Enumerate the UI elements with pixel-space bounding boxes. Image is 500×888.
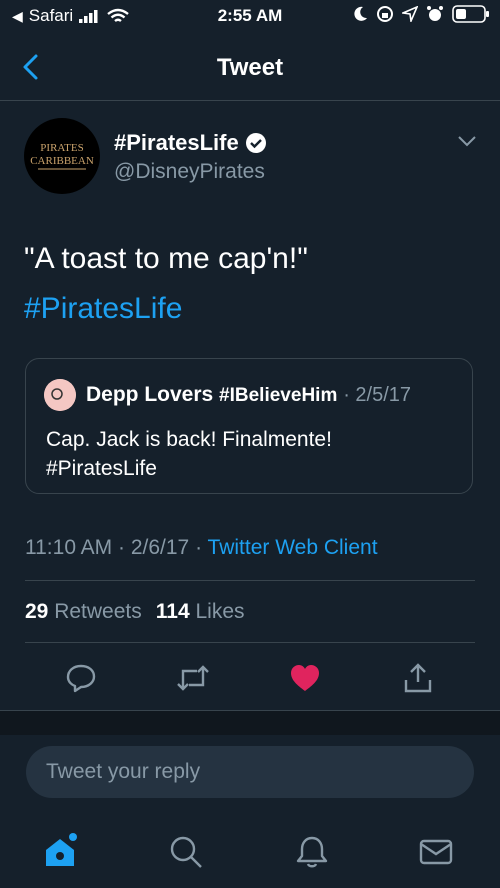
avatar[interactable]: PIRATES CARIBBEAN: [24, 118, 100, 194]
retweet-icon: [177, 665, 209, 691]
tab-notifications[interactable]: [292, 832, 332, 872]
quoted-text-line: Cap. Jack is back! Finalmente!: [46, 428, 332, 451]
status-right: [352, 5, 490, 23]
action-bar: [0, 660, 500, 696]
tweet-source-link[interactable]: Twitter Web Client: [208, 536, 378, 559]
share-icon: [404, 663, 432, 693]
reply-icon: [66, 664, 96, 693]
tab-home[interactable]: [42, 832, 82, 872]
divider: [25, 642, 475, 643]
retweets-count: 29: [25, 600, 49, 623]
mail-icon: [419, 839, 453, 865]
reply-input[interactable]: Tweet your reply: [26, 746, 474, 798]
home-icon: [46, 833, 77, 866]
likes-count: 114: [155, 600, 190, 623]
pirates-logo-icon: PIRATES CARIBBEAN: [30, 142, 94, 170]
share-button[interactable]: [400, 660, 436, 696]
search-icon: [170, 836, 202, 868]
verified-badge-icon: [245, 133, 266, 153]
tweet-text-line: "A toast to me cap'n!": [24, 242, 308, 275]
bell-icon: [296, 836, 328, 868]
tweet-meta: 11:10 AM · 2/6/17 · Twitter Web Client: [25, 536, 378, 559]
likes-label: Likes: [195, 600, 245, 623]
author-display-name[interactable]: #PiratesLife: [114, 130, 239, 156]
quoted-author-name: Depp Lovers: [86, 383, 214, 406]
tweet-time: 11:10 AM: [25, 536, 113, 559]
quoted-author-tag: #IBelieveHim: [219, 385, 338, 406]
tweet-date: 2/6/17: [130, 536, 190, 559]
page-title: Tweet: [216, 54, 284, 81]
retweets-label: Retweets: [54, 600, 142, 623]
quoted-text-hashtag: #PiratesLife: [46, 457, 157, 480]
battery-icon: [452, 5, 489, 23]
location-icon: [402, 6, 418, 22]
nav-bar: Tweet: [0, 34, 500, 101]
tab-messages[interactable]: [416, 832, 456, 872]
likes-stat[interactable]: 114 Likes: [156, 600, 245, 624]
retweet-button[interactable]: [175, 660, 211, 696]
like-button[interactable]: [287, 660, 323, 696]
divider: [25, 580, 475, 581]
rotation-lock-icon: [377, 6, 393, 22]
alarm-icon: [427, 6, 443, 21]
chevron-down-icon[interactable]: [456, 134, 478, 148]
quoted-text: Cap. Jack is back! Finalmente! #PiratesL…: [46, 425, 446, 483]
quoted-date: · 2/5/17: [343, 384, 412, 406]
retweets-stat[interactable]: 29 Retweets: [25, 600, 142, 624]
engagement-counts: 29 Retweets 114 Likes: [25, 600, 245, 624]
svg-text:CARIBBEAN: CARIBBEAN: [30, 155, 94, 167]
quoted-avatar: [44, 379, 76, 411]
status-bar: ◀ Safari 2:55 AM: [0, 0, 500, 34]
heart-icon: [291, 665, 319, 691]
section-separator: [0, 710, 500, 735]
tab-bar: [0, 808, 500, 888]
author-handle[interactable]: @DisneyPirates: [114, 160, 265, 184]
tweet-text: "A toast to me cap'n!" #PiratesLife: [24, 234, 484, 334]
svg-text:PIRATES: PIRATES: [40, 142, 83, 154]
tab-search[interactable]: [166, 832, 206, 872]
quoted-author-row: Depp Lovers #IBelieveHim · 2/5/17: [86, 383, 411, 407]
moon-icon: [354, 6, 367, 21]
reply-button[interactable]: [63, 660, 99, 696]
reply-placeholder: Tweet your reply: [46, 760, 201, 783]
quoted-tweet[interactable]: Depp Lovers #IBelieveHim · 2/5/17 Cap. J…: [25, 358, 473, 494]
tweet-hashtag-link[interactable]: #PiratesLife: [24, 284, 484, 334]
author-name-row: #PiratesLife: [114, 130, 267, 156]
